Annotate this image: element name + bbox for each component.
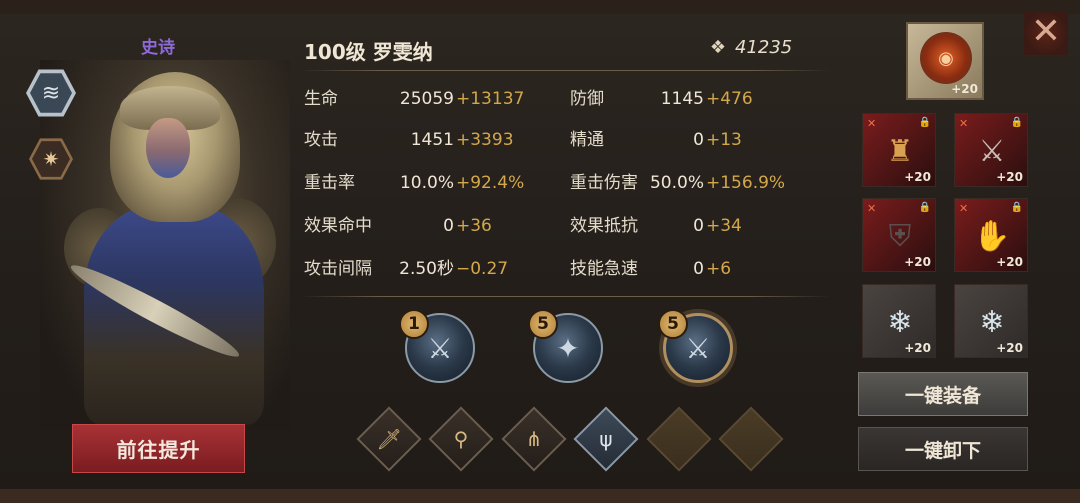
- stat-attack: 攻击 1451 +3393: [304, 130, 514, 150]
- hero-name: 100级 罗雯纳: [304, 40, 433, 64]
- gauntlet-icon: ✋: [973, 218, 1011, 254]
- stats-divider: [300, 296, 830, 297]
- equip-all-button[interactable]: 一键装备: [858, 372, 1028, 416]
- equipment-slot-chest[interactable]: ✕ 🔒 ⛨ +20: [862, 198, 936, 272]
- unequip-all-button[interactable]: 一键卸下: [858, 427, 1028, 471]
- crystal-icon: ❄: [979, 304, 1005, 340]
- triple-blade-icon: ⋔: [525, 427, 543, 451]
- hero-face: [146, 118, 190, 178]
- equipment-slot-crystal-2[interactable]: ❄ +20: [954, 284, 1028, 358]
- accessory-slot[interactable]: ◉ +20: [906, 22, 984, 100]
- skill-1-level: 1: [399, 309, 429, 339]
- top-border: [0, 0, 1080, 14]
- claw-skill-icon: ⚔: [427, 331, 453, 365]
- star-skill-icon: ✦: [556, 331, 580, 365]
- stat-crit-rate: 重击率 10.0% +92.4%: [304, 173, 525, 193]
- equipment-slot-gloves[interactable]: ✕ 🔒 ✋ +20: [954, 198, 1028, 272]
- rarity-label: 史诗: [141, 38, 175, 58]
- dagger-icon: ⚔: [978, 133, 1006, 169]
- combat-power: 41235: [735, 37, 793, 58]
- skill-2-level: 5: [528, 309, 558, 339]
- header-divider: [300, 70, 830, 71]
- trident-icon: ψ: [599, 427, 613, 451]
- equipment-slot-weapon[interactable]: ✕ 🔒 ⚔ +20: [954, 113, 1028, 187]
- upgrade-button[interactable]: 前往提升: [72, 424, 245, 473]
- claw-ultimate-icon: ⚔: [685, 331, 711, 365]
- stat-crit-damage: 重击伤害 50.0% +156.9%: [570, 173, 786, 193]
- stat-effect-resist: 效果抵抗 0 +34: [570, 216, 742, 236]
- sword-down-icon: ⚲: [453, 427, 469, 451]
- stat-effect-hit: 效果命中 0 +36: [304, 216, 492, 236]
- armor-icon: ♜: [886, 133, 914, 169]
- star-class-icon: ✷: [32, 141, 70, 177]
- crystal-icon: ❄: [887, 304, 913, 340]
- stats-grid: 生命 25059 +13137 攻击 1451 +3393 重击率 10.0% …: [304, 84, 844, 294]
- stat-defense: 防御 1145 +476: [570, 89, 753, 109]
- combat-power-icon: ❖: [709, 37, 727, 58]
- ring-icon: ◉: [920, 32, 972, 84]
- chest-armor-icon: ⛨: [888, 218, 912, 254]
- close-button[interactable]: ✕: [1024, 11, 1068, 55]
- stat-hp: 生命 25059 +13137: [304, 89, 525, 109]
- equipment-slot-helmet[interactable]: ✕ 🔒 ♜ +20: [862, 113, 936, 187]
- sword-icon: 🗡: [376, 427, 402, 451]
- stat-attack-interval: 攻击间隔 2.50秒 −0.27: [304, 259, 509, 279]
- skill-3-level: 5: [658, 309, 688, 339]
- bottom-border: [0, 489, 1080, 503]
- wind-icon: ≋: [30, 73, 72, 113]
- close-icon: ✕: [1030, 11, 1062, 52]
- stat-mastery: 精通 0 +13: [570, 130, 742, 150]
- stat-skill-haste: 技能急速 0 +6: [570, 259, 732, 279]
- equipment-slot-crystal-1[interactable]: ❄ +20: [862, 284, 936, 358]
